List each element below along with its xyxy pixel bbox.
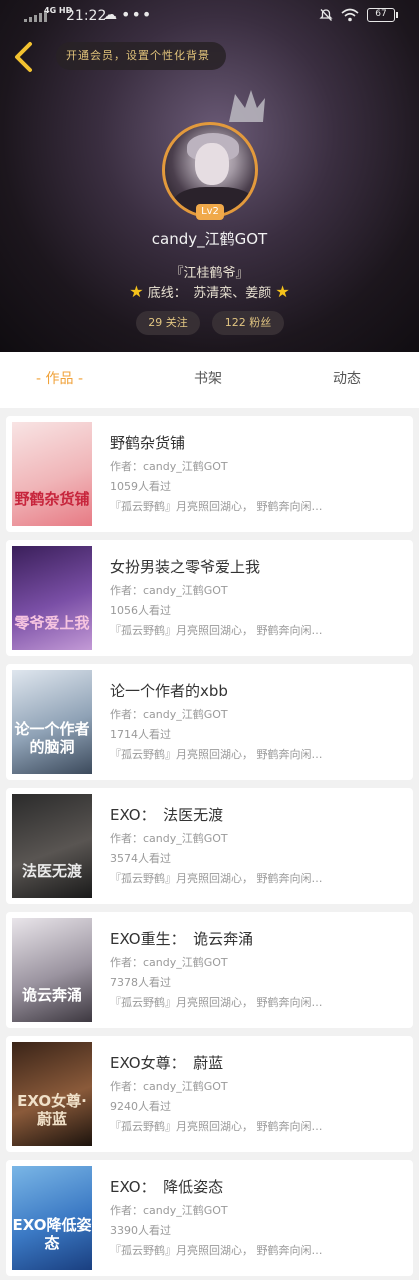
work-intro: 『孤云野鹤』月亮照回湖心， 野鹤奔向闲… [110, 1120, 323, 1133]
work-card[interactable]: 零爷爱上我 女扮男装之零爷爱上我 作者：candy_江鹤GOT 1056人看过 … [6, 540, 413, 656]
work-intro: 『孤云野鹤』月亮照回湖心， 野鹤奔向闲… [110, 748, 323, 761]
star-icon: ★ [129, 282, 144, 301]
work-card[interactable]: EXO女尊·蔚蓝 EXO女尊： 蔚蓝 作者：candy_江鹤GOT 9240人看… [6, 1036, 413, 1152]
work-intro: 『孤云野鹤』月亮照回湖心， 野鹤奔向闲… [110, 872, 323, 885]
work-title: EXO： 法医无渡 [110, 806, 224, 824]
profile-bottomline: ★ 底线： 苏清栾、姜颜 ★ [0, 282, 419, 301]
battery-icon: 67 [367, 8, 398, 22]
work-intro: 『孤云野鹤』月亮照回湖心， 野鹤奔向闲… [110, 1244, 323, 1257]
book-cover[interactable]: 零爷爱上我 [12, 546, 92, 650]
work-card[interactable]: 野鹤杂货铺 野鹤杂货铺 作者：candy_江鹤GOT 1059人看过 『孤云野鹤… [6, 416, 413, 532]
work-card[interactable]: 诡云奔涌 EXO重生： 诡云奔涌 作者：candy_江鹤GOT 7378人看过 … [6, 912, 413, 1028]
status-bar: 4G HD 21:22 ☁ ••• 67 [0, 0, 419, 34]
work-title: 论一个作者的xbb [110, 682, 228, 700]
work-title: EXO女尊： 蔚蓝 [110, 1054, 224, 1072]
book-cover[interactable]: EXO女尊·蔚蓝 [12, 1042, 92, 1146]
work-read-count: 1059人看过 [110, 480, 171, 493]
work-intro: 『孤云野鹤』月亮照回湖心， 野鹤奔向闲… [110, 996, 323, 1009]
book-cover[interactable]: 野鹤杂货铺 [12, 422, 92, 526]
work-read-count: 9240人看过 [110, 1100, 171, 1113]
work-read-count: 3574人看过 [110, 852, 171, 865]
book-cover[interactable]: 论一个作者的脑洞 [12, 670, 92, 774]
work-read-count: 7378人看过 [110, 976, 171, 989]
tab-works[interactable]: - 作品 - [36, 368, 83, 388]
work-title: 女扮男装之零爷爱上我 [110, 558, 261, 576]
wifi-icon [341, 8, 359, 22]
book-cover[interactable]: 法医无渡 [12, 794, 92, 898]
work-title: EXO重生： 诡云奔涌 [110, 930, 254, 948]
bottomline-text: 底线： 苏清栾、姜颜 [147, 286, 272, 301]
clock: 21:22 [66, 8, 107, 24]
tab-bookshelf[interactable]: 书架 [194, 368, 222, 388]
book-cover[interactable]: 诡云奔涌 [12, 918, 92, 1022]
work-author: 作者：candy_江鹤GOT [110, 460, 228, 473]
fans-count[interactable]: 122 粉丝 [212, 311, 284, 335]
work-author: 作者：candy_江鹤GOT [110, 956, 228, 969]
level-badge: Lv2 [196, 204, 224, 220]
back-arrow-icon[interactable] [10, 40, 38, 74]
crown-icon [229, 90, 265, 122]
profile-tabs: - 作品 - 书架 动态 [0, 352, 419, 408]
work-author: 作者：candy_江鹤GOT [110, 1080, 228, 1093]
work-read-count: 1056人看过 [110, 604, 171, 617]
work-read-count: 1714人看过 [110, 728, 171, 741]
work-author: 作者：candy_江鹤GOT [110, 832, 228, 845]
more-notifications-icon: ••• [121, 5, 153, 24]
work-intro: 『孤云野鹤』月亮照回湖心， 野鹤奔向闲… [110, 500, 323, 513]
work-author: 作者：candy_江鹤GOT [110, 584, 228, 597]
profile-motto: 『江桂鹤爷』 [170, 266, 249, 281]
work-card[interactable]: EXO降低姿态 EXO： 降低姿态 作者：candy_江鹤GOT 3390人看过… [6, 1160, 413, 1276]
star-icon: ★ [275, 282, 290, 301]
tab-feed[interactable]: 动态 [333, 368, 361, 388]
username: candy_江鹤GOT [151, 230, 268, 248]
work-author: 作者：candy_江鹤GOT [110, 708, 228, 721]
work-title: EXO： 降低姿态 [110, 1178, 224, 1196]
vip-background-prompt[interactable]: 开通会员，设置个性化背景 [56, 42, 226, 70]
following-count[interactable]: 29 关注 [136, 311, 200, 335]
work-card[interactable]: 法医无渡 EXO： 法医无渡 作者：candy_江鹤GOT 3574人看过 『孤… [6, 788, 413, 904]
work-read-count: 3390人看过 [110, 1224, 171, 1237]
work-author: 作者：candy_江鹤GOT [110, 1204, 228, 1217]
book-cover[interactable]: EXO降低姿态 [12, 1166, 92, 1270]
mute-icon [319, 9, 333, 21]
work-title: 野鹤杂货铺 [110, 434, 186, 452]
cloud-icon: ☁ [103, 7, 117, 23]
work-card[interactable]: 论一个作者的脑洞 论一个作者的xbb 作者：candy_江鹤GOT 1714人看… [6, 664, 413, 780]
profile-header: 4G HD 21:22 ☁ ••• 67 开通会员，设置个性化背景 Lv2 ca… [0, 0, 419, 352]
work-intro: 『孤云野鹤』月亮照回湖心， 野鹤奔向闲… [110, 624, 323, 637]
